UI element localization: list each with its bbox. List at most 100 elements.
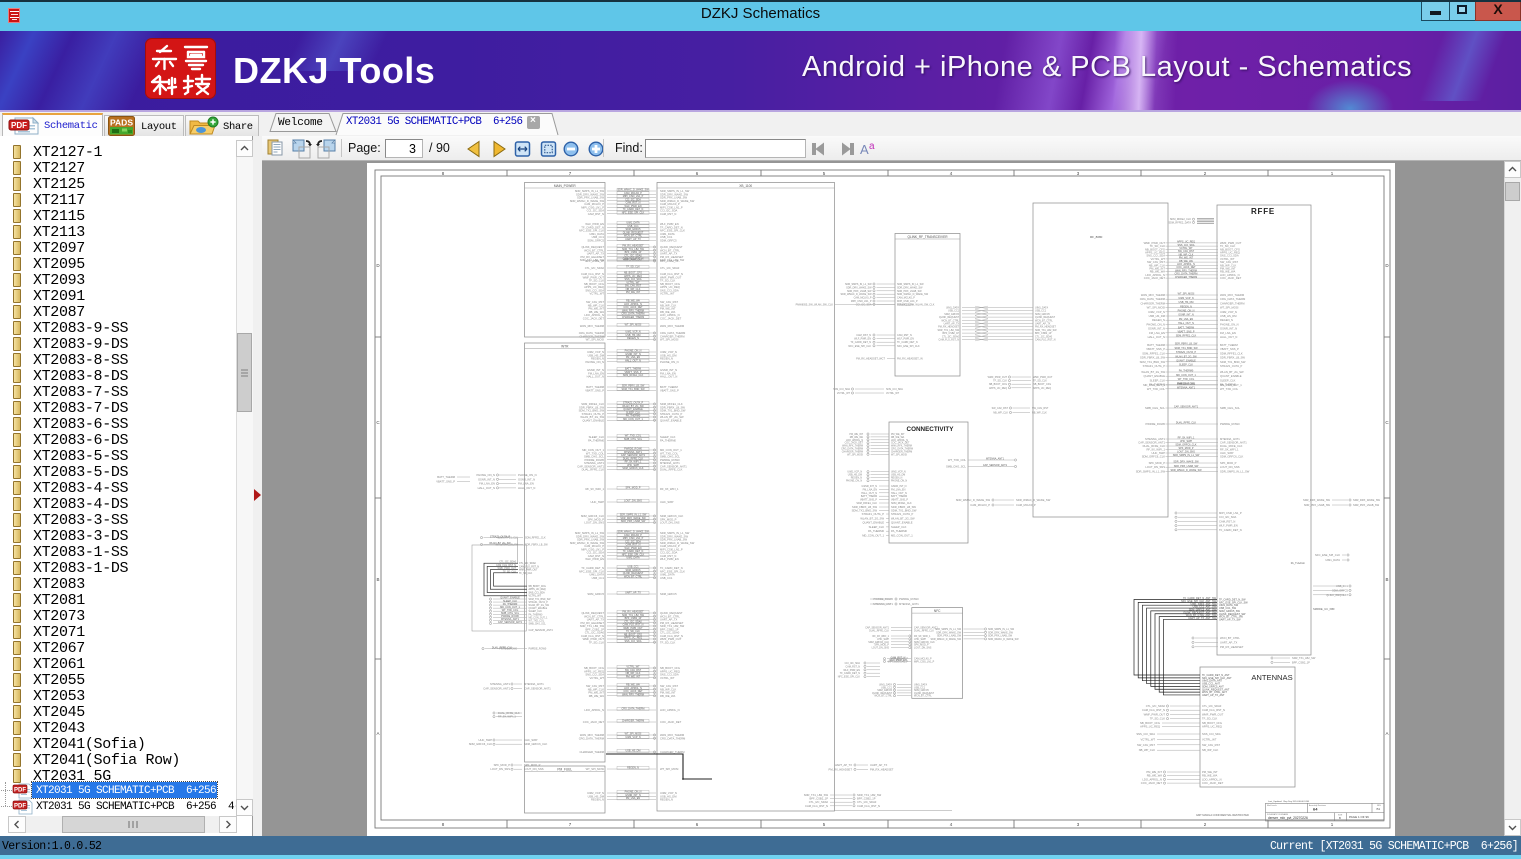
svg-text:TF_CARD_DET_N: TF_CARD_DET_N [897,341,918,344]
svg-text:LDO_APROL_N: LDO_APROL_N [846,439,863,442]
svg-text:COC_JACK_DET: COC_JACK_DET [660,316,682,320]
svg-text:VBATT_SNS_P: VBATT_SNS_P [585,388,604,392]
svg-text:SW_CAV_RST: SW_CAV_RST [1032,407,1049,410]
svg-text:SDR_TX1_LB2_SW: SDR_TX1_LB2_SW [1292,656,1316,660]
svg-text:CAM_MCLK0_P: CAM_MCLK0_P [970,503,990,507]
svg-text:LDO_APROL_N: LDO_APROL_N [660,708,680,712]
svg-text:CTL_I2C_SDA0: CTL_I2C_SDA0 [585,266,605,270]
svg-text:CAM_FLG_RST_N: CAM_FLG_RST_N [939,339,960,342]
svg-text:SDM_TX1_BND_SW: SDM_TX1_BND_SW [529,599,552,601]
svg-text:CHARGER_THERM: CHARGER_THERM [1175,276,1197,279]
svg-text:SDR_FBRX_LB_SW: SDR_FBRX_LB_SW [852,505,877,509]
svg-text:WCN_BT_CTRL: WCN_BT_CTRL [624,575,643,578]
svg-text:WAN_RFX_THERM: WAN_RFX_THERM [622,693,644,696]
svg-text:SDM_GRFC5: SDM_GRFC5 [660,238,677,242]
svg-text:PM_WE_INT: PM_WE_INT [626,291,641,294]
svg-text:UHC_SWP: UHC_SWP [1220,451,1234,455]
svg-text:SDR_WMAC_D_WAKE_SW: SDR_WMAC_D_WAKE_SW [988,638,1019,641]
svg-text:DUAL_RFFE_CLK: DUAL_RFFE_CLK [492,646,513,649]
svg-text:A: A [860,142,869,157]
svg-text:NFC_ESE_SPI_CLK: NFC_ESE_SPI_CLK [622,211,645,214]
svg-text:WAN_RFX_THERM: WAN_RFX_THERM [842,445,863,448]
svg-text:PM_FUEL: PM_FUEL [557,767,572,771]
svg-text:LOUT_DN_SNS: LOUT_DN_SNS [1220,465,1240,469]
svg-text:SDM_RFFE2_DATA: SDM_RFFE2_DATA [1168,221,1191,224]
svg-text:SLEEP_CLK: SLEEP_CLK [869,525,885,529]
svg-text:RF_9X_WIFI_1: RF_9X_WIFI_1 [585,487,604,491]
svg-text:PM_WE_INT: PM_WE_INT [891,434,905,436]
svg-text:UIM2_VCP_N: UIM2_VCP_N [891,472,906,474]
svg-text:VCTRL_WT: VCTRL_WT [660,676,675,680]
svg-text:USB_HS_DM: USB_HS_DM [626,750,641,753]
svg-text:TF_SD_CLK: TF_SD_CLK [1202,717,1217,721]
svg-text:CRG_DATA_THERM: CRG_DATA_THERM [891,448,913,451]
svg-text:USB_HS_DM: USB_HS_DM [1149,314,1166,318]
svg-text:VBATT_SNS_P: VBATT_SNS_P [1220,347,1239,351]
svg-text:FM_LNA_EN: FM_LNA_EN [518,482,534,486]
svg-text:BATT_THERM: BATT_THERM [1178,326,1194,329]
svg-text:WLAN_BT_2G_SW: WLAN_BT_2G_SW [1220,370,1244,374]
svg-text:RB_WE_WA: RB_WE_WA [660,694,675,698]
svg-text:PM_RX_HEADSET_WCT: PM_RX_HEADSET_WCT [856,357,885,360]
svg-text:APPS_UC_REQ: APPS_UC_REQ [989,387,1007,390]
svg-text:VCTRL_WT: VCTRL_WT [590,676,605,680]
svg-text:SMB_CHG_SCL: SMB_CHG_SCL [1220,406,1241,410]
svg-text:WT_SPI_MOSI: WT_SPI_MOSI [625,324,642,327]
svg-text:QUANT_ENABLE: QUANT_ENABLE [891,521,913,525]
svg-text:CAM_FLG_RST_N: CAM_FLG_RST_N [1202,708,1225,712]
svg-text:CTL_I2C_SDA0: CTL_I2C_SDA0 [499,561,516,564]
svg-text:WAN_RFX_THERM: WAN_RFX_THERM [580,324,605,328]
svg-text:WLAN_BT_2G_SW: WLAN_BT_2G_SW [1175,355,1197,358]
svg-text:RB_WE_WA: RB_WE_WA [1147,774,1162,778]
svg-text:COC_JACK_DET: COC_JACK_DET [1220,276,1242,280]
svg-text:NB_BOOT_CFG: NB_BOOT_CFG [1202,721,1222,725]
svg-text:VCTRL_WT: VCTRL_WT [886,392,900,395]
svg-text:SDM_RFFE1_CLK: SDM_RFFE1_CLK [525,537,546,540]
svg-text:PHONE_ON_N: PHONE_ON_N [1178,310,1195,313]
svg-text:DUAL_RFFE_CLK: DUAL_RFFE_CLK [914,629,934,632]
svg-text:DUAL_RFFE_CLK: DUAL_RFFE_CLK [869,629,889,632]
svg-text:USB_HS_DM: USB_HS_DM [848,475,862,477]
svg-text:TF_SD_CLK: TF_SD_CLK [1033,380,1047,383]
svg-text:SPK_MOD_P: SPK_MOD_P [494,763,511,767]
svg-text:TF_SD_CLK: TF_SD_CLK [519,573,533,575]
svg-text:GSNR_INT_N: GSNR_INT_N [1220,327,1237,331]
svg-text:PM_WE_INT: PM_WE_INT [1202,770,1218,774]
svg-text:SDM_TX1_BND_SW: SDM_TX1_BND_SW [891,509,917,513]
svg-text:SW_CAV_RST: SW_CAV_RST [1137,743,1155,747]
svg-text:WLAN_BT_2G_SW: WLAN_BT_2G_SW [529,604,550,607]
svg-text:PHONE_ON_N: PHONE_ON_N [660,360,679,364]
svg-text:WCN_BT_CTRL: WCN_BT_CTRL [1220,636,1240,640]
svg-text:TF_SD_CLK: TF_SD_CLK [589,640,604,644]
svg-text:CAM_FLG_RST_N: CAM_FLG_RST_N [857,804,880,808]
svg-text:WLAN_BT_2G_SW: WLAN_BT_2G_SW [1141,370,1165,374]
svg-text:CAP_SENSOR_ANT1: CAP_SENSOR_ANT1 [498,621,523,624]
svg-text:PWRDE_ROW0: PWRDE_ROW0 [529,648,547,651]
svg-text:MD_CON_OUT_1: MD_CON_OUT_1 [1176,374,1196,377]
svg-text:WAN_RFX_THERM: WAN_RFX_THERM [660,324,685,328]
svg-text:BPF_CSB2_1P: BPF_CSB2_1P [809,797,828,801]
svg-text:COC_JACK_DET: COC_JACK_DET [1144,276,1166,280]
svg-text:MD_CON_OUT_1: MD_CON_OUT_1 [891,534,913,538]
svg-text:PADS: PADS [110,118,133,128]
svg-text:MD_CON_OUT_1: MD_CON_OUT_1 [529,617,549,619]
svg-text:REGEN_N: REGEN_N [627,767,639,770]
svg-text:USB_CC1: USB_CC1 [660,576,673,580]
svg-text:UHC_SWP: UHC_SWP [479,738,493,742]
svg-text:APPS_UC_REQ: APPS_UC_REQ [1140,725,1160,729]
svg-text:CAP_SENSOR_ANT1: CAP_SENSOR_ANT1 [483,687,510,691]
svg-text:PM_WE_INT: PM_WE_INT [1146,770,1162,774]
svg-text:SDM_TX1_BND_SW: SDM_TX1_BND_SW [1220,360,1246,364]
svg-text:WT_SPI_MOSI: WT_SPI_MOSI [847,454,863,456]
svg-text:UIM2_VCP_N: UIM2_VCP_N [1178,297,1194,300]
svg-text:RF_9X_WIFI_1: RF_9X_WIFI_1 [1146,448,1165,452]
svg-text:MD_CON_OUT_1: MD_CON_OUT_1 [862,534,884,538]
svg-text:WLF_PWR_EN: WLF_PWR_EN [854,338,871,341]
svg-text:SW_CAV_RST: SW_CAV_RST [992,407,1009,410]
svg-text:CAM_RST_N: CAM_RST_N [660,212,676,216]
svg-text:WMF_PWR_OUT: WMF_PWR_OUT [519,570,538,572]
svg-text:FM_LNA_EN: FM_LNA_EN [1179,318,1194,321]
svg-text:PHONE_ON_N: PHONE_ON_N [1220,322,1239,326]
svg-text:SDR_FBRX_LB_SW: SDR_FBRX_LB_SW [1175,343,1198,346]
svg-text:SPK_MOD_P: SPK_MOD_P [1149,461,1166,465]
